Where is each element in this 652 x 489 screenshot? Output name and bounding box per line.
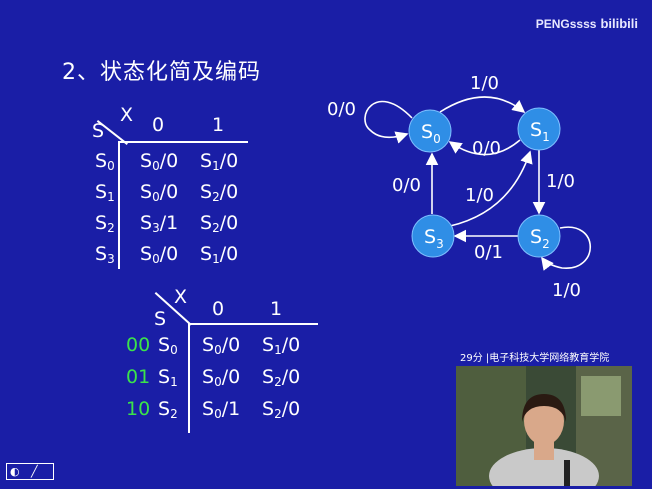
video-caption: 29分 |电子科技大学网络教育学院	[456, 352, 632, 366]
edge-s0-self	[364, 100, 413, 144]
slide-navigation-control[interactable]: ◐ ╱	[6, 463, 54, 480]
node-label-sub: 3	[436, 237, 444, 251]
state-node-s0: S0	[408, 109, 452, 153]
edge-label-s0-self: 0/0	[327, 99, 356, 120]
node-label: S	[530, 226, 542, 248]
edge-label-s0-s1: 1/0	[470, 73, 499, 94]
pen-icon[interactable]: ╱	[31, 464, 38, 479]
edge-label-s3-s1: 1/0	[465, 185, 494, 206]
edge-label-s2-self: 1/0	[552, 280, 581, 301]
node-label: S	[530, 119, 542, 141]
node-label: S	[424, 226, 436, 248]
edge-label-s3-s0: 0/0	[392, 175, 421, 196]
state-node-s2: S2	[517, 214, 561, 258]
node-label: S	[421, 121, 433, 143]
lecturer-video-frame	[456, 366, 632, 486]
state-node-s3: S3	[411, 214, 455, 258]
node-label-sub: 0	[433, 132, 441, 146]
nav-back-icon[interactable]: ◐	[10, 464, 20, 479]
node-label-sub: 1	[542, 130, 550, 144]
node-label-sub: 2	[542, 237, 550, 251]
state-node-s1: S1	[517, 107, 561, 151]
edge-label-s1-s2: 1/0	[546, 171, 575, 192]
edge-s0-s1	[439, 96, 526, 114]
edge-label-s2-s3: 0/1	[474, 242, 503, 263]
lecturer-video[interactable]: 29分 |电子科技大学网络教育学院	[456, 352, 632, 486]
edge-label-s1-s0: 0/0	[472, 138, 501, 159]
